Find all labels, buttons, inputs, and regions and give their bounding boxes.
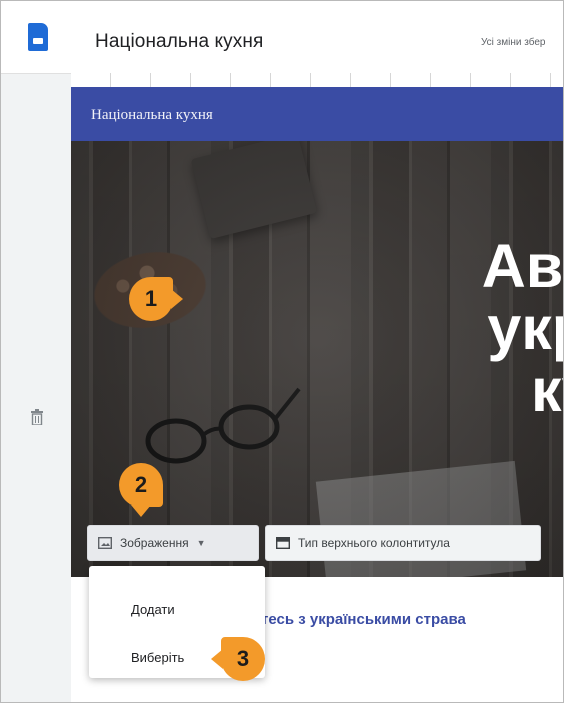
left-rail	[1, 87, 71, 702]
site-title[interactable]: Національна кухня	[95, 31, 263, 53]
sites-doc-icon[interactable]	[28, 23, 48, 51]
hero-heading-line-3: кухн	[531, 356, 563, 424]
header-type-button-label: Тип верхнього колонтитула	[298, 536, 450, 550]
top-app-bar: Національна кухня Усі зміни збер	[1, 1, 563, 74]
image-button-label: Зображення	[120, 536, 189, 550]
menu-item-select[interactable]: Виберіть	[131, 650, 184, 665]
image-icon	[98, 537, 112, 549]
app-window: Національна кухня Усі зміни збер Націона…	[0, 0, 564, 703]
header-type-button[interactable]: Тип верхнього колонтитула	[265, 525, 541, 561]
hero-subtitle[interactable]: тесь з українськими страва	[261, 611, 466, 628]
hero-heading-line-2: україн	[487, 294, 563, 362]
hero-heading-line-1: Автент	[481, 232, 563, 300]
hero-toolbar: Зображення ▼ Тип верхнього колонтитула	[87, 525, 543, 563]
header-layout-icon	[276, 537, 290, 549]
site-header-band[interactable]: Національна кухня	[71, 87, 563, 141]
caret-down-icon: ▼	[196, 538, 206, 548]
trash-icon[interactable]	[31, 409, 43, 425]
hero-heading[interactable]: Автент україн кухн	[71, 232, 563, 424]
callout-badge-2: 2	[119, 463, 163, 517]
header-band-title[interactable]: Національна кухня	[91, 107, 213, 124]
image-button[interactable]: Зображення ▼	[87, 525, 259, 561]
menu-item-add[interactable]: Додати	[131, 602, 175, 617]
ruler	[71, 73, 563, 88]
callout-badge-3: 3	[211, 637, 265, 681]
callout-badge-1: 1	[129, 277, 183, 321]
save-status: Усі зміни збер	[481, 37, 546, 48]
